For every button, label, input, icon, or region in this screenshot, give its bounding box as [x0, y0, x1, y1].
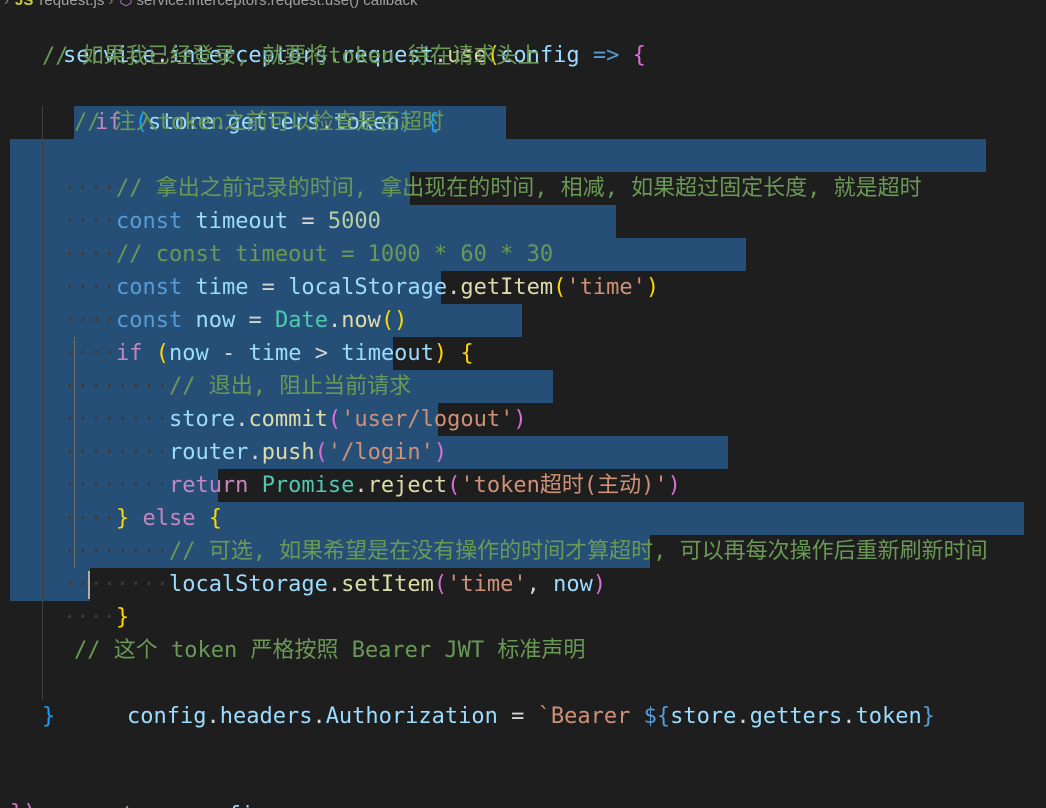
code-line-25: }) [10, 797, 37, 808]
code-line-22: } [42, 704, 56, 729]
code-line-5: ····// 拿出之前记录的时间, 拿出现在的时间, 相减, 如果超过固定长度,… [62, 176, 922, 201]
code-line-15: ····} else { [62, 506, 222, 531]
code-line-24: return config [42, 766, 267, 808]
code-line-18: ····} [62, 605, 130, 630]
code-line-20: // 这个 token 严格按照 Bearer JWT 标准声明 [74, 638, 586, 663]
code-line-11: ········// 退出, 阻止当前请求 [62, 374, 412, 399]
code-line-17: ········localStorage.setItem('time', now… [62, 572, 607, 597]
code-editor[interactable]: service.interceptors.request.use(config … [0, 0, 1046, 808]
code-line-16: ········// 可选, 如果希望是在没有操作的时间才算超时, 可以再每次操… [62, 539, 988, 564]
code-line-13: ········router.push('/login') [62, 440, 448, 465]
code-line-2: // 如果我已经登录, 就要将token 待在请求头上 [42, 44, 540, 69]
text-cursor [88, 571, 90, 599]
code-line-21: config.headers.Authorization = `Bearer $… [126, 704, 936, 729]
code-line-9: ····const now = Date.now() [62, 308, 408, 333]
code-line-1: service.interceptors.request.use(config … [62, 43, 646, 68]
code-line-6: ····const timeout = 5000 [62, 209, 381, 234]
code-line-12: ········store.commit('user/logout') [62, 407, 527, 432]
code-line-7: ····// const timeout = 1000 * 60 * 30 [62, 242, 554, 267]
code-line-14: ········return Promise.reject('token超时(主… [62, 473, 681, 498]
code-line-4: // 注入token之前可以检查是否超时 [74, 110, 444, 135]
code-line-3: if (store.getters.token) { [94, 110, 440, 135]
code-line-8: ····const time = localStorage.getItem('t… [62, 275, 660, 300]
code-line-10: ····if (now - time > timeout) { [62, 341, 474, 366]
